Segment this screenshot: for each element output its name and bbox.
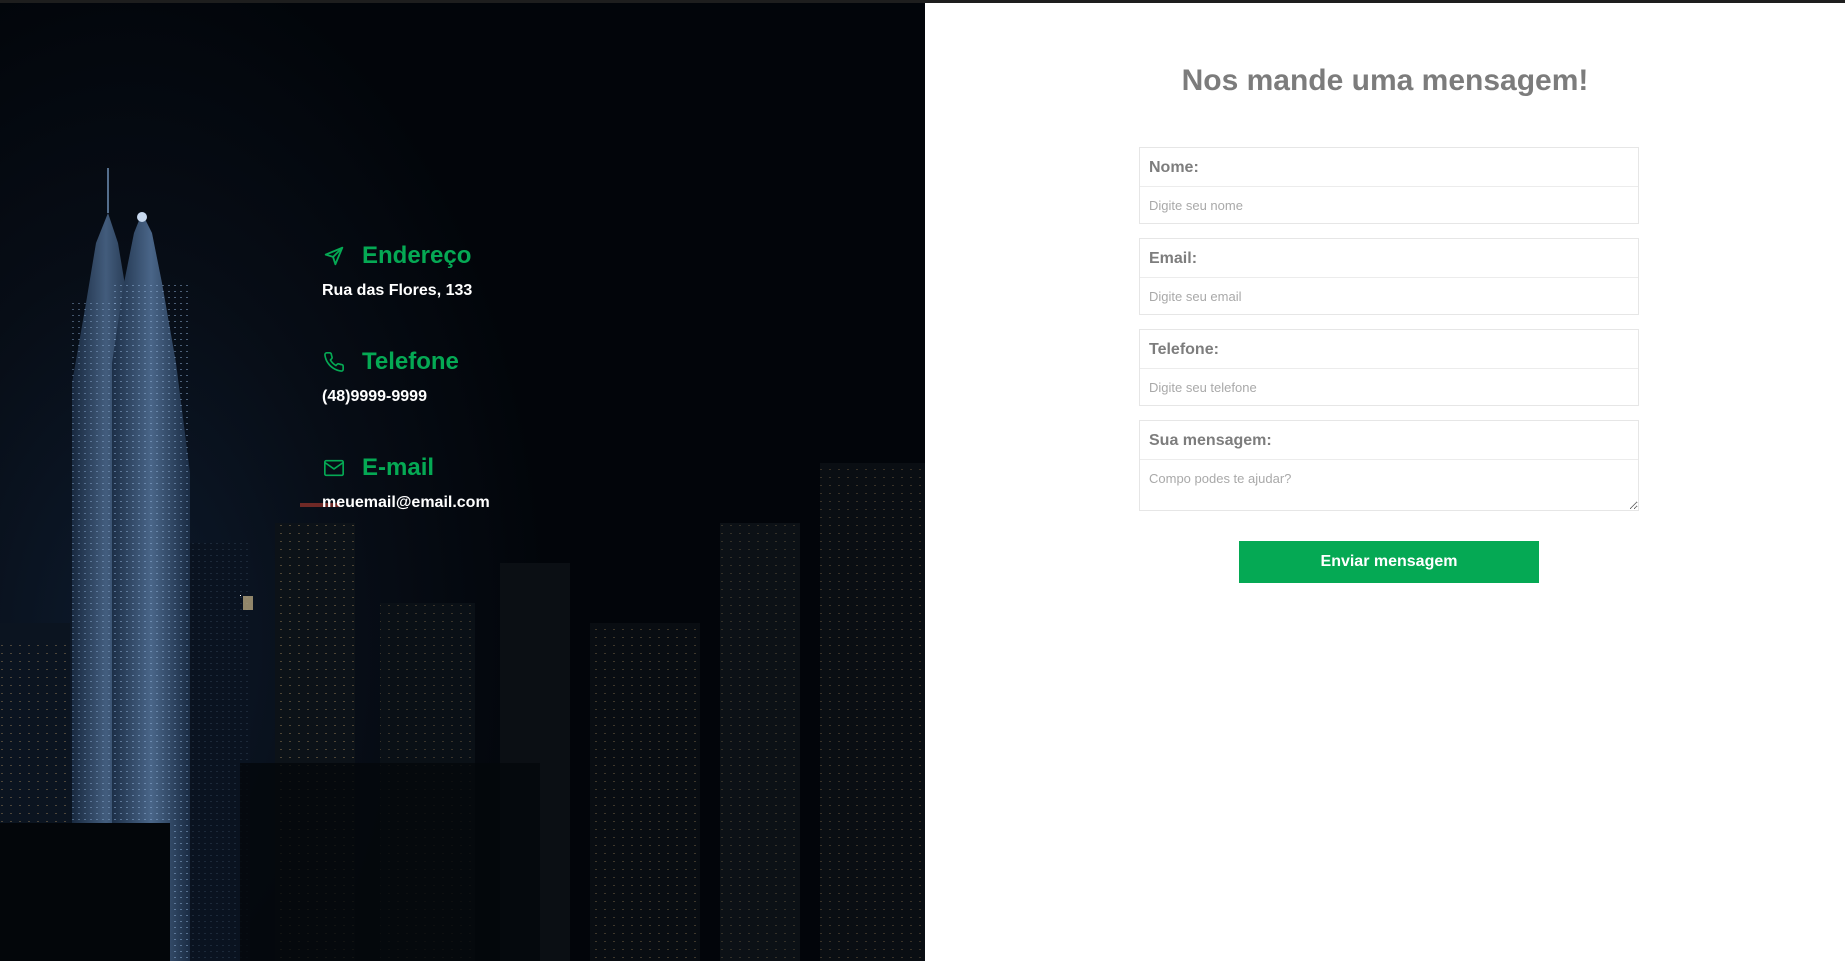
email-label: Email: <box>1140 239 1638 278</box>
name-label: Nome: <box>1140 148 1638 187</box>
phone-value: (48)9999-9999 <box>322 388 427 405</box>
email-field: Email: <box>1139 238 1639 315</box>
phone-input[interactable] <box>1140 369 1638 405</box>
phone-label: Telefone: <box>1140 330 1638 369</box>
phone-block: Telefone (48)9999-9999 <box>322 345 702 407</box>
message-textarea[interactable] <box>1140 460 1638 510</box>
form-title: Nos mande uma mensagem! <box>1181 64 1589 97</box>
address-value: Rua das Flores, 133 <box>322 282 473 299</box>
phone-field: Telefone: <box>1139 329 1639 406</box>
phone-icon <box>322 350 346 374</box>
phone-title: Telefone <box>362 348 459 375</box>
email-input[interactable] <box>1140 278 1638 314</box>
message-form-panel: Nos mande uma mensagem! Nome: Email: Tel… <box>925 3 1845 961</box>
address-title: Endereço <box>362 242 472 269</box>
message-label: Sua mensagem: <box>1140 421 1638 460</box>
address-block: Endereço Rua das Flores, 133 <box>322 239 702 301</box>
send-message-button[interactable]: Enviar mensagem <box>1239 541 1539 583</box>
contact-panel: Endereço Rua das Flores, 133 Telefone (4… <box>0 3 925 961</box>
name-field: Nome: <box>1139 147 1639 224</box>
contact-info: Endereço Rua das Flores, 133 Telefone (4… <box>322 239 702 557</box>
email-title: E-mail <box>362 454 435 481</box>
email-value: meuemail@email.com <box>322 494 490 511</box>
navigation-arrow-icon <box>322 244 346 268</box>
message-field: Sua mensagem: <box>1139 420 1639 511</box>
mail-envelope-icon <box>322 456 346 480</box>
email-block: E-mail meuemail@email.com <box>322 451 702 513</box>
name-input[interactable] <box>1140 187 1638 223</box>
